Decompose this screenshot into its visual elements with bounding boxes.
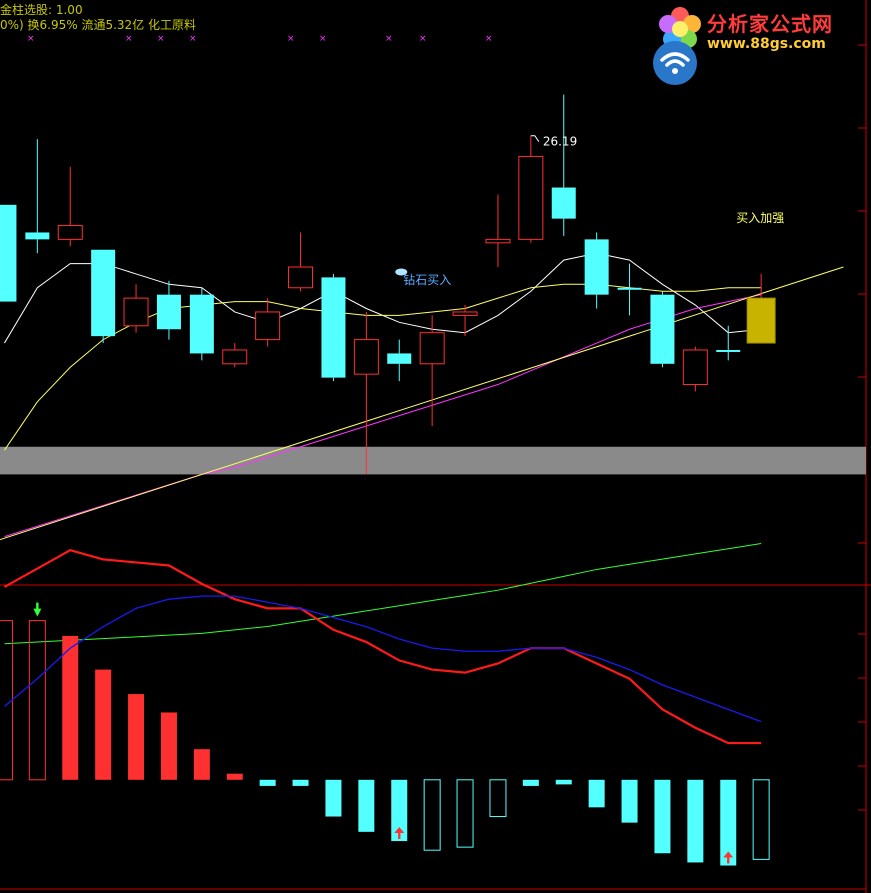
high-price-label: 26.19	[543, 135, 577, 149]
macd-bar	[654, 779, 671, 854]
candle-body	[25, 232, 50, 240]
candle-body	[91, 249, 116, 337]
watermark-url: www.88gs.com	[707, 36, 826, 52]
signal-marker: ×	[189, 34, 197, 44]
ma5-line	[4, 252, 762, 344]
candle-body	[650, 294, 675, 364]
watermark-site-name: 分析家公式网	[707, 12, 833, 36]
candle-body	[716, 349, 741, 352]
macd-bar	[292, 779, 309, 786]
macd-bar	[0, 620, 13, 781]
signal-marker: ×	[125, 34, 133, 44]
macd-bar	[621, 779, 638, 823]
down-arrow-icon	[33, 602, 42, 617]
candle-body	[387, 353, 412, 364]
stock-chart: × × × × × × × × × 26.19 钻石买入 买入加强	[0, 0, 871, 893]
signal-marker: ×	[485, 34, 493, 44]
candle-body	[321, 277, 346, 378]
signal-marker: ×	[419, 34, 427, 44]
diamond-buy-label: 钻石买入	[403, 272, 451, 287]
candle-body	[584, 239, 609, 295]
signal-marker: ×	[385, 34, 393, 44]
candle-body	[518, 155, 544, 240]
candle-body	[452, 311, 478, 316]
macd-bar	[95, 669, 112, 780]
macd-bar	[259, 779, 276, 786]
signal-marker: ×	[319, 34, 327, 44]
ma10-line	[4, 283, 762, 451]
candle-body	[353, 339, 379, 375]
buy-strengthen-label: 买入加强	[736, 211, 784, 225]
high-pointer	[530, 135, 540, 142]
candle-body	[485, 238, 511, 244]
macd-bar	[226, 773, 243, 780]
macd-bar	[456, 779, 474, 848]
candle-body	[419, 332, 445, 365]
macd-slow-line	[4, 595, 762, 723]
macd-bar	[28, 620, 46, 781]
macd-bar	[555, 779, 572, 785]
signal-marker: ×	[27, 34, 35, 44]
candle-body	[222, 349, 248, 365]
macd-bar	[522, 779, 539, 786]
macd-bar	[423, 779, 441, 851]
candle-body	[617, 287, 642, 290]
macd-bar	[128, 694, 145, 780]
candle-body	[189, 294, 214, 354]
macd-bar	[489, 779, 507, 818]
candle-body	[123, 297, 149, 327]
candle-body	[255, 311, 281, 341]
candle-body	[288, 266, 314, 289]
stock-info-line: 0%) 换6.95% 流通5.32亿 化工原料	[0, 18, 197, 32]
ma60-line	[4, 543, 762, 645]
candle-body	[551, 187, 576, 219]
signal-marker: ×	[287, 34, 295, 44]
macd-bar	[160, 712, 177, 780]
macd-bar	[325, 779, 342, 817]
price-band	[0, 446, 866, 475]
candle-body	[0, 204, 17, 302]
macd-bar	[358, 779, 375, 832]
macd-fast-line	[3, 549, 762, 745]
candle-body	[156, 294, 181, 330]
macd-bar	[193, 749, 210, 780]
macd-bar	[62, 635, 79, 780]
candle-body	[682, 349, 708, 386]
macd-bar	[687, 779, 704, 863]
macd-bar	[752, 779, 770, 860]
wifi-icon[interactable]	[652, 40, 698, 86]
candle-body	[57, 225, 83, 240]
signal-marker: ×	[157, 34, 165, 44]
macd-bar	[588, 779, 605, 808]
candle-highlight	[746, 297, 776, 344]
